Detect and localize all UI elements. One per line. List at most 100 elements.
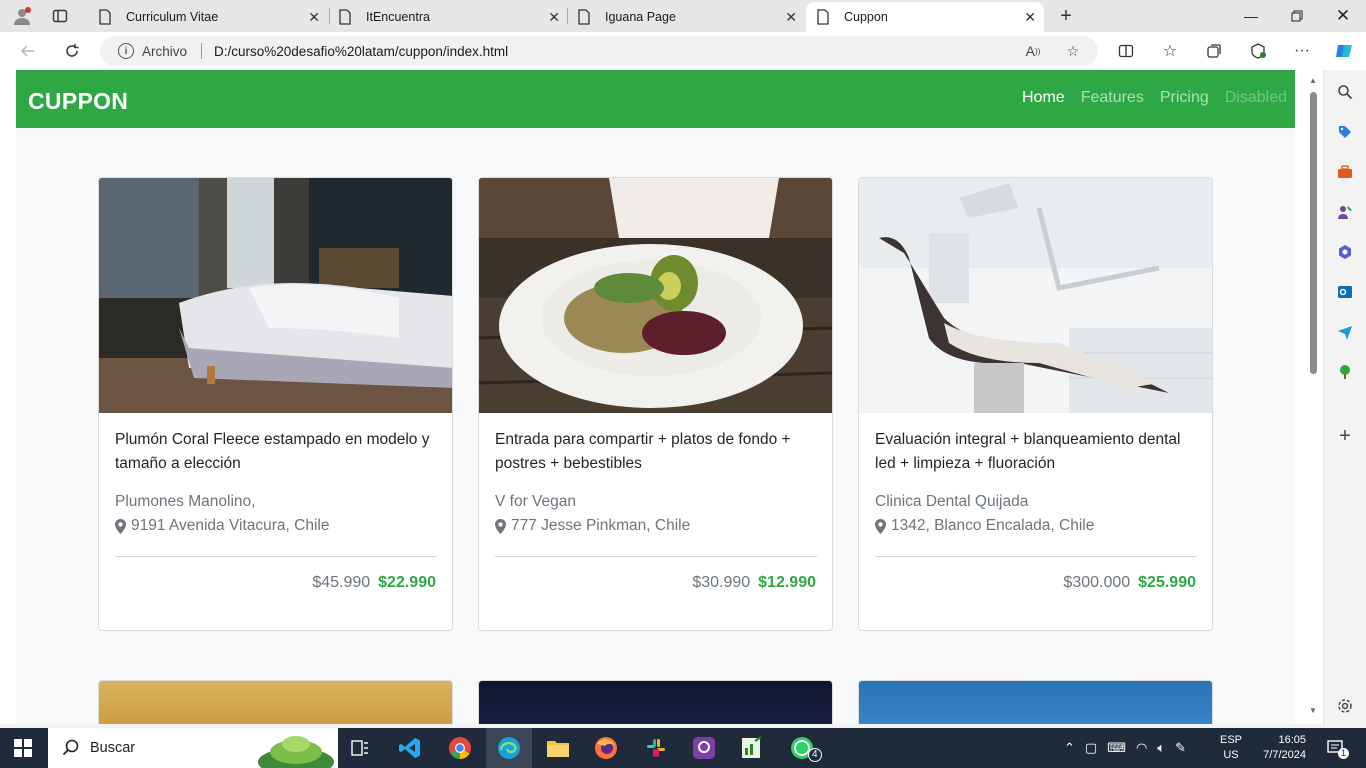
minimize-icon[interactable]: — (1228, 0, 1274, 32)
search-icon[interactable] (1335, 82, 1355, 102)
tab-title: Cuppon (844, 10, 888, 24)
shopping-tag-icon[interactable] (1335, 122, 1355, 142)
add-icon[interactable]: + (1335, 425, 1355, 447)
send-icon[interactable] (1335, 322, 1355, 342)
scroll-down-icon[interactable]: ▼ (1309, 706, 1317, 715)
games-icon[interactable] (1335, 202, 1355, 222)
chevron-up-icon[interactable]: ⌃ (1064, 740, 1075, 756)
card-divider (115, 556, 437, 557)
card-title[interactable]: Plumón Coral Fleece estampado en modelo … (115, 428, 437, 476)
page-scrollbar[interactable]: ▲ ▼ (1305, 70, 1323, 724)
whatsapp-icon[interactable]: 4 (788, 734, 822, 762)
reload-icon[interactable] (58, 38, 86, 64)
pen-icon[interactable]: ✎ (1175, 740, 1186, 756)
clock[interactable]: 16:05 7/7/2024 (1256, 728, 1306, 768)
wifi-icon[interactable]: ◠ (1136, 740, 1147, 756)
coupon-card[interactable]: Entrada para compartir + platos de fondo… (478, 177, 833, 631)
profile-avatar-icon[interactable] (8, 4, 36, 28)
card-title[interactable]: Evaluación integral + blanqueamiento den… (875, 428, 1197, 476)
copilot-icon[interactable] (1330, 38, 1358, 64)
close-tab-icon[interactable]: ✕ (1024, 9, 1036, 26)
tree-icon[interactable] (1335, 362, 1355, 382)
nav-link-home[interactable]: Home (1022, 89, 1065, 107)
card-location: 777 Jesse Pinkman, Chile (495, 514, 817, 538)
coupon-card-partial[interactable] (98, 680, 453, 724)
tab-cuppon[interactable]: Cuppon ✕ (806, 2, 1044, 32)
address-bar[interactable]: i Archivo D:/curso%20desafio%20latam/cup… (100, 36, 1098, 66)
brand-logo[interactable]: CUPPON (28, 88, 128, 115)
dental-chair-photo (859, 178, 1212, 413)
card-location: 1342, Blanco Encalada, Chile (875, 514, 1197, 538)
microsoft-365-icon[interactable] (1335, 242, 1355, 262)
more-options-icon[interactable]: ··· (1288, 38, 1316, 64)
close-tab-icon[interactable]: ✕ (785, 9, 797, 26)
card-company: V for Vegan (495, 493, 577, 510)
meet-now-icon[interactable]: ▢ (1085, 740, 1097, 756)
clock-date: 7/7/2024 (1263, 749, 1306, 761)
card-body: Entrada para compartir + platos de fondo… (495, 428, 817, 538)
close-window-icon[interactable]: ✕ (1320, 0, 1366, 32)
slack-icon[interactable] (642, 734, 670, 762)
tab-curriculum[interactable]: Curriculum Vitae ✕ (88, 2, 328, 32)
vegan-salad-plate-photo (479, 178, 832, 413)
search-label: Buscar (90, 740, 136, 756)
notepad-chart-icon[interactable] (738, 734, 766, 762)
github-desktop-icon[interactable] (690, 734, 718, 762)
coupon-card[interactable]: Evaluación integral + blanqueamiento den… (858, 177, 1213, 631)
close-tab-icon[interactable]: ✕ (308, 9, 320, 26)
price-row: $45.990 $22.990 (312, 574, 436, 592)
new-price: $25.990 (1138, 574, 1196, 591)
old-price: $300.000 (1063, 574, 1131, 591)
back-arrow-icon[interactable] (14, 38, 42, 64)
url-text[interactable]: D:/curso%20desafio%20latam/cuppon/index.… (214, 44, 508, 59)
card-title[interactable]: Entrada para compartir + platos de fondo… (495, 428, 817, 476)
outlook-icon[interactable] (1335, 282, 1355, 302)
split-screen-icon[interactable] (1112, 38, 1140, 64)
restore-icon[interactable] (1274, 0, 1320, 32)
edge-sidebar: + (1323, 70, 1366, 724)
tab-itencuentra[interactable]: ItEncuentra ✕ (328, 2, 568, 32)
new-tab-icon[interactable]: + (1052, 4, 1080, 28)
card-location: 9191 Avenida Vitacura, Chile (115, 514, 437, 538)
keyboard-layout: US (1223, 749, 1239, 761)
file-explorer-icon[interactable] (544, 734, 572, 762)
coupon-card-partial[interactable] (478, 680, 833, 724)
language-indicator[interactable]: ESP US (1220, 728, 1242, 768)
task-view-icon[interactable] (346, 734, 374, 762)
nav-link-features[interactable]: Features (1081, 89, 1144, 107)
scrollbar-thumb[interactable] (1310, 92, 1317, 374)
notification-icon[interactable]: 1 (1322, 734, 1350, 762)
collections-icon[interactable] (1200, 38, 1228, 64)
coupon-card-partial[interactable] (858, 680, 1213, 724)
vscode-icon[interactable] (396, 734, 424, 762)
settings-gear-icon[interactable] (1335, 696, 1355, 716)
read-aloud-icon[interactable]: A)) (1020, 39, 1046, 63)
close-tab-icon[interactable]: ✕ (548, 9, 560, 26)
tools-briefcase-icon[interactable] (1335, 162, 1355, 182)
chrome-icon[interactable] (446, 734, 474, 762)
windows-start-icon[interactable] (9, 734, 37, 762)
edge-icon[interactable] (486, 728, 532, 768)
tab-actions-icon[interactable] (46, 4, 74, 28)
scroll-up-icon[interactable]: ▲ (1309, 76, 1317, 85)
page-icon (338, 9, 352, 25)
cuppon-page: CUPPON Home Features Pricing Disabled Pl… (16, 70, 1295, 724)
notification-count: 1 (1338, 748, 1350, 759)
old-price: $30.990 (692, 574, 751, 591)
ime-icon[interactable]: ⌨ (1107, 740, 1126, 756)
site-info-icon[interactable]: i (118, 43, 134, 59)
card-divider (495, 556, 817, 557)
browser-essentials-icon[interactable] (1244, 38, 1272, 64)
card-divider (875, 556, 1197, 557)
map-pin-icon (875, 518, 886, 534)
favorite-star-icon[interactable]: ☆ (1060, 39, 1086, 63)
tab-iguana[interactable]: Iguana Page ✕ (567, 2, 805, 32)
coupon-card[interactable]: Plumón Coral Fleece estampado en modelo … (98, 177, 453, 631)
taskbar-search[interactable]: Buscar (48, 728, 338, 768)
firefox-icon[interactable] (592, 734, 620, 762)
page-icon (816, 9, 830, 25)
nav-link-pricing[interactable]: Pricing (1160, 89, 1209, 107)
volume-icon[interactable]: 🔈︎ (1157, 740, 1165, 756)
price-row: $300.000 $25.990 (1063, 574, 1196, 592)
favorites-icon[interactable]: ☆ (1156, 38, 1184, 64)
